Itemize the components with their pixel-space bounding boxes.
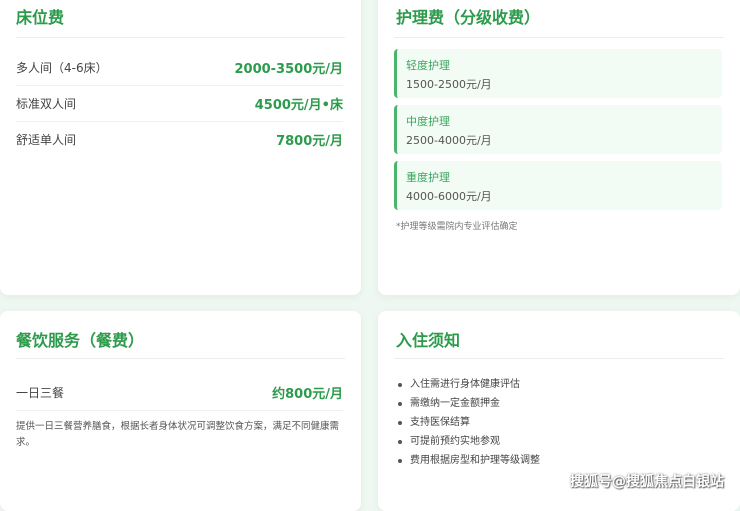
nursing-note: *护理等级需院内专业评估确定 <box>396 222 518 232</box>
bed-row-label: 舒适单人间 <box>16 133 77 147</box>
notice-item-text: 入住需进行身体健康评估 <box>410 379 520 390</box>
notice-item: 可提前预约实地参观 <box>396 432 540 451</box>
notice-item: 费用根据房型和护理等级调整 <box>396 451 540 470</box>
notice-item-text: 支持医保结算 <box>410 417 470 428</box>
bed-fee-card: 床位费 多人间（4-6床） 2000-3500元/月 标准双人间 4500元/月… <box>0 0 361 295</box>
notice-item-text: 费用根据房型和护理等级调整 <box>410 455 540 466</box>
nursing-level-price: 4000-6000元/月 <box>406 190 492 203</box>
meal-fee-card: 餐饮服务（餐费） 一日三餐 约800元/月 提供一日三餐营养膳食，根据长者身体状… <box>0 311 361 511</box>
watermark: 搜狐号@搜狐焦点白银站 <box>570 474 724 490</box>
notice-item-text: 需缴纳一定金额押金 <box>410 398 500 409</box>
bed-row-label: 标准双人间 <box>16 97 77 111</box>
nursing-level-price: 2500-4000元/月 <box>406 134 492 147</box>
bed-row-price: 7800元/月 <box>276 134 343 149</box>
nursing-level-light: 轻度护理 1500-2500元/月 <box>394 49 722 98</box>
bullet-icon <box>398 421 402 425</box>
bullet-icon <box>398 459 402 463</box>
meal-row: 一日三餐 约800元/月 <box>16 374 343 411</box>
divider <box>16 37 345 38</box>
meal-description: 提供一日三餐营养膳食，根据长者身体状况可调整饮食方案，满足不同健康需求。 <box>16 421 340 448</box>
notice-item: 支持医保结算 <box>396 413 540 432</box>
nursing-level-name: 重度护理 <box>406 171 450 184</box>
bed-row-multi: 多人间（4-6床） 2000-3500元/月 <box>16 49 343 86</box>
bed-fee-title: 床位费 <box>16 8 65 27</box>
nursing-level-price: 1500-2500元/月 <box>406 78 492 91</box>
nursing-level-medium: 中度护理 2500-4000元/月 <box>394 105 722 154</box>
nursing-level-name: 轻度护理 <box>406 59 450 72</box>
meal-row-label: 一日三餐 <box>16 386 65 400</box>
nursing-level-name: 中度护理 <box>406 115 450 128</box>
nursing-level-heavy: 重度护理 4000-6000元/月 <box>394 161 722 210</box>
bed-row-double: 标准双人间 4500元/月•床 <box>16 85 343 122</box>
bullet-icon <box>398 440 402 444</box>
bed-row-single: 舒适单人间 7800元/月 <box>16 121 343 157</box>
bullet-icon <box>398 402 402 406</box>
notice-item: 入住需进行身体健康评估 <box>396 375 540 394</box>
bed-row-price: 4500元/月•床 <box>254 98 343 113</box>
divider <box>394 37 724 38</box>
bed-row-price: 2000-3500元/月 <box>234 62 343 77</box>
bed-row-label: 多人间（4-6床） <box>16 61 108 75</box>
notice-list: 入住需进行身体健康评估 需缴纳一定金额押金 支持医保结算 可提前预约实地参观 费… <box>396 375 540 470</box>
nursing-fee-card: 护理费（分级收费） 轻度护理 1500-2500元/月 中度护理 2500-40… <box>378 0 740 295</box>
meal-fee-title: 餐饮服务（餐费） <box>16 331 145 350</box>
notice-item: 需缴纳一定金额押金 <box>396 394 540 413</box>
divider <box>394 358 724 359</box>
notice-item-text: 可提前预约实地参观 <box>410 436 500 447</box>
divider <box>16 358 345 359</box>
nursing-fee-title: 护理费（分级收费） <box>396 8 541 27</box>
meal-row-price: 约800元/月 <box>272 387 343 402</box>
notice-title: 入住须知 <box>396 331 461 350</box>
bullet-icon <box>398 383 402 387</box>
